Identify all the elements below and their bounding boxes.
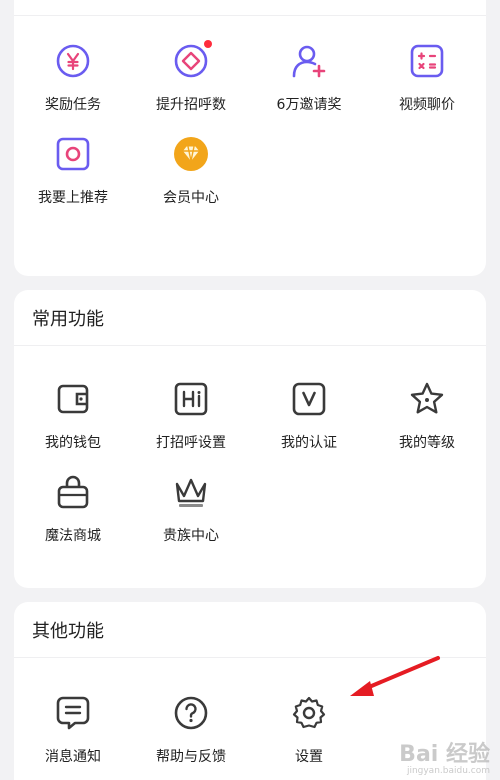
get-recommended-label: 我要上推荐 <box>38 190 108 206</box>
my-verification-item[interactable]: 我的认证 <box>250 381 368 451</box>
vip-diamond-icon <box>173 136 209 172</box>
reward-task-label: 奖励任务 <box>45 97 101 113</box>
magic-mall-label: 魔法商城 <box>45 528 101 544</box>
star-icon <box>409 381 445 417</box>
noble-center-item[interactable]: 贵族中心 <box>132 474 250 544</box>
magic-mall-item[interactable]: 魔法商城 <box>14 474 132 544</box>
yen-coin-icon <box>55 43 91 79</box>
my-wallet-item[interactable]: 我的钱包 <box>14 381 132 451</box>
get-recommended-item[interactable]: 我要上推荐 <box>14 136 132 206</box>
other-functions-title: 其他功能 <box>14 602 486 658</box>
message-notification-item[interactable]: 消息通知 <box>14 695 132 765</box>
crown-icon <box>173 474 209 510</box>
hi-icon <box>173 381 209 417</box>
gear-icon <box>291 695 327 731</box>
common-functions-title: 常用功能 <box>14 290 486 346</box>
common-functions-card: 常用功能 我的钱包 打招呼设置 我的认证 我的等级 魔法商城 贵族中心 <box>14 290 486 588</box>
video-chat-price-label: 视频聊价 <box>399 97 455 113</box>
help-feedback-label: 帮助与反馈 <box>156 749 226 765</box>
settings-item[interactable]: 设置 <box>250 695 368 765</box>
my-level-item[interactable]: 我的等级 <box>368 381 486 451</box>
message-icon <box>55 695 91 731</box>
membership-center-item[interactable]: 会员中心 <box>132 136 250 206</box>
features-card: 奖励任务 提升招呼数 6万邀请奖 视频聊价 我要上推荐 会员中心 <box>14 0 486 276</box>
notification-dot <box>204 40 212 48</box>
noble-center-label: 贵族中心 <box>163 528 219 544</box>
verify-v-icon <box>291 381 327 417</box>
my-wallet-label: 我的钱包 <box>45 435 101 451</box>
features-grid: 奖励任务 提升招呼数 6万邀请奖 视频聊价 我要上推荐 会员中心 <box>14 16 486 206</box>
features-card-header <box>14 0 486 16</box>
other-functions-card: 其他功能 消息通知 帮助与反馈 设置 <box>14 602 486 780</box>
other-functions-grid: 消息通知 帮助与反馈 设置 <box>14 658 486 765</box>
square-ring-icon <box>55 136 91 172</box>
settings-label: 设置 <box>295 749 323 765</box>
my-verification-label: 我的认证 <box>281 435 337 451</box>
membership-center-label: 会员中心 <box>163 190 219 206</box>
my-level-label: 我的等级 <box>399 435 455 451</box>
video-chat-price-item[interactable]: 视频聊价 <box>368 43 486 113</box>
help-icon <box>173 695 209 731</box>
reward-task-item[interactable]: 奖励任务 <box>14 43 132 113</box>
common-functions-grid: 我的钱包 打招呼设置 我的认证 我的等级 魔法商城 贵族中心 <box>14 346 486 544</box>
person-add-icon <box>291 43 327 79</box>
help-feedback-item[interactable]: 帮助与反馈 <box>132 695 250 765</box>
shopping-bag-icon <box>55 474 91 510</box>
wallet-icon <box>55 381 91 417</box>
boost-greetings-label: 提升招呼数 <box>156 97 226 113</box>
message-notification-label: 消息通知 <box>45 749 101 765</box>
greeting-settings-item[interactable]: 打招呼设置 <box>132 381 250 451</box>
greeting-settings-label: 打招呼设置 <box>156 435 226 451</box>
invite-reward-label: 6万邀请奖 <box>276 97 342 113</box>
invite-reward-item[interactable]: 6万邀请奖 <box>250 43 368 113</box>
boost-greetings-item[interactable]: 提升招呼数 <box>132 40 250 113</box>
diamond-circle-icon <box>173 40 212 79</box>
calculator-icon <box>409 43 445 79</box>
